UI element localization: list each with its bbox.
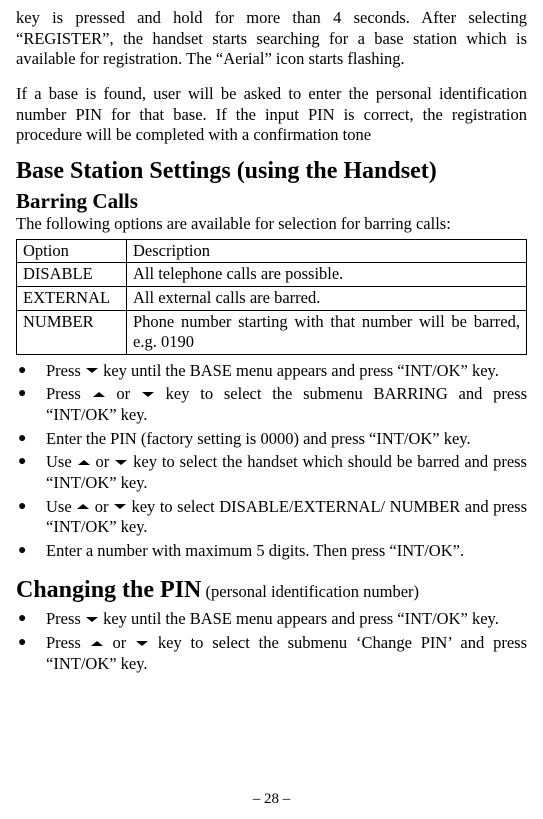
- triangle-down-icon: [86, 617, 98, 622]
- step-text-pre: Press: [46, 361, 85, 380]
- step-text-pre: Press: [46, 384, 92, 403]
- step-text: Enter the PIN (factory setting is 0000) …: [46, 429, 471, 448]
- triangle-down-icon: [86, 368, 98, 373]
- table-header-description: Description: [127, 239, 527, 263]
- list-item: Press or key to select the submenu ‘Chan…: [16, 633, 527, 674]
- table-cell: NUMBER: [17, 310, 127, 354]
- intro-paragraph-2: If a base is found, user will be asked t…: [16, 84, 527, 146]
- changing-steps-list: Press key until the BASE menu appears an…: [16, 609, 527, 674]
- barring-lead: The following options are available for …: [16, 214, 527, 235]
- list-item: Press key until the BASE menu appears an…: [16, 361, 527, 382]
- or-text: or: [106, 384, 141, 403]
- table-cell: EXTERNAL: [17, 286, 127, 310]
- step-text-pre: Press: [46, 633, 90, 652]
- triangle-up-icon: [91, 641, 103, 646]
- heading-barring-calls: Barring Calls: [16, 188, 527, 214]
- table-cell: Phone number starting with that number w…: [127, 310, 527, 354]
- step-text-pre: Press: [46, 609, 85, 628]
- heading-changing-pin: Changing the PIN: [16, 577, 201, 603]
- table-row: EXTERNAL All external calls are barred.: [17, 286, 527, 310]
- table-row: Option Description: [17, 239, 527, 263]
- triangle-down-icon: [136, 641, 148, 646]
- list-item: Press key until the BASE menu appears an…: [16, 609, 527, 630]
- list-item: Press or key to select the submenu BARRI…: [16, 384, 527, 425]
- step-text-pre: Use: [46, 497, 76, 516]
- table-row: NUMBER Phone number starting with that n…: [17, 310, 527, 354]
- or-text: or: [91, 452, 115, 471]
- triangle-up-icon: [77, 504, 89, 509]
- triangle-down-icon: [142, 392, 154, 397]
- list-item: Use or key to select DISABLE/EXTERNAL/ N…: [16, 497, 527, 538]
- barring-options-table: Option Description DISABLE All telephone…: [16, 239, 527, 355]
- triangle-up-icon: [93, 392, 105, 397]
- list-item: Enter the PIN (factory setting is 0000) …: [16, 429, 527, 450]
- table-header-option: Option: [17, 239, 127, 263]
- table-row: DISABLE All telephone calls are possible…: [17, 263, 527, 287]
- intro-paragraph-1: key is pressed and hold for more than 4 …: [16, 8, 527, 70]
- step-text-post: key until the BASE menu appears and pres…: [99, 609, 499, 628]
- page-number: – 28 –: [0, 790, 543, 809]
- table-cell: All external calls are barred.: [127, 286, 527, 310]
- list-item: Use or key to select the handset which s…: [16, 452, 527, 493]
- triangle-down-icon: [115, 460, 127, 465]
- or-text: or: [90, 497, 113, 516]
- heading-changing-pin-row: Changing the PIN (personal identificatio…: [16, 575, 527, 605]
- table-cell: All telephone calls are possible.: [127, 263, 527, 287]
- page: key is pressed and hold for more than 4 …: [0, 0, 543, 819]
- step-text: Enter a number with maximum 5 digits. Th…: [46, 541, 464, 560]
- step-text-post: key to select the handset which should b…: [46, 452, 527, 492]
- table-cell: DISABLE: [17, 263, 127, 287]
- heading-base-station-settings: Base Station Settings (using the Handset…: [16, 156, 527, 186]
- step-text-post: key to select DISABLE/EXTERNAL/ NUMBER a…: [46, 497, 527, 537]
- list-item: Enter a number with maximum 5 digits. Th…: [16, 541, 527, 562]
- barring-steps-list: Press key until the BASE menu appears an…: [16, 361, 527, 562]
- triangle-down-icon: [114, 504, 126, 509]
- heading-changing-pin-suffix: (personal identification number): [201, 582, 419, 601]
- step-text-pre: Use: [46, 452, 77, 471]
- or-text: or: [104, 633, 135, 652]
- triangle-up-icon: [78, 460, 90, 465]
- step-text-post: key until the BASE menu appears and pres…: [99, 361, 499, 380]
